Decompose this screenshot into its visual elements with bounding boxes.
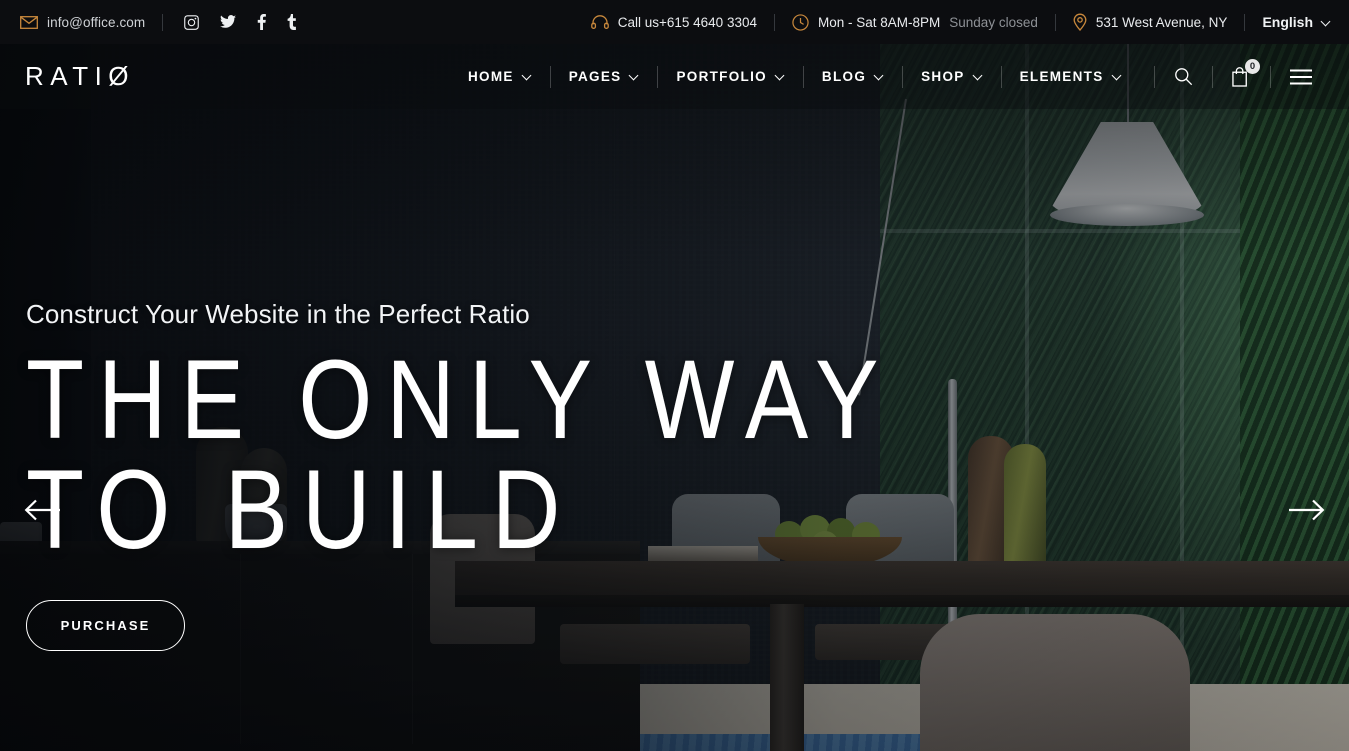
nav-label: HOME [468, 69, 514, 84]
chevron-down-icon [1322, 18, 1331, 27]
twitter-icon[interactable] [220, 15, 237, 29]
chevron-down-icon [875, 72, 884, 81]
site-logo[interactable]: RATIØ [0, 61, 450, 92]
nav-menu: HOME PAGES PORTFOLIO BLOG SHOP ELEMENTS [450, 65, 1154, 88]
nav-item-pages[interactable]: PAGES [551, 69, 658, 84]
map-pin-icon [1073, 13, 1087, 31]
language-selector[interactable]: English [1262, 14, 1331, 30]
hours-open: Mon - Sat 8AM-8PM [817, 14, 941, 30]
phone-text: Call us+615 4640 3304 [617, 14, 757, 30]
slider-next-arrow[interactable] [1289, 499, 1325, 521]
hero-content: Construct Your Website in the Perfect Ra… [26, 299, 893, 652]
envelope-icon [20, 15, 38, 29]
nav-item-home[interactable]: HOME [450, 69, 550, 84]
cart-count-badge: 0 [1245, 59, 1260, 74]
search-icon[interactable] [1155, 67, 1212, 86]
nav-label: PORTFOLIO [676, 69, 767, 84]
nav-label: BLOG [821, 69, 867, 84]
nav-item-blog[interactable]: BLOG [804, 69, 902, 84]
chevron-down-icon [974, 72, 983, 81]
phone-contact[interactable]: Call us+615 4640 3304 [590, 14, 757, 30]
chevron-down-icon [630, 72, 639, 81]
hero-title: THE ONLY WAY TO BUILD [26, 337, 893, 573]
divider [162, 13, 164, 31]
nav-item-shop[interactable]: SHOP [903, 69, 1000, 84]
clock-icon [792, 13, 809, 31]
chevron-down-icon [523, 72, 532, 81]
nav-label: SHOP [921, 69, 965, 84]
hours-info: Mon - Sat 8AM-8PM Sunday closed [792, 13, 1038, 31]
main-navigation: RATIØ HOME PAGES PORTFOLIO BLOG SHOP ELE… [0, 44, 1349, 109]
nav-item-portfolio[interactable]: PORTFOLIO [658, 69, 802, 84]
purchase-button[interactable]: PURCHASE [26, 600, 185, 652]
top-bar-right: Call us+615 4640 3304 Mon - Sat 8AM-8PM … [297, 13, 1349, 31]
facebook-icon[interactable] [257, 14, 267, 30]
top-bar-left: info@office.com [0, 13, 297, 31]
hamburger-menu-icon[interactable] [1271, 68, 1331, 85]
hero-slider: RATIØ HOME PAGES PORTFOLIO BLOG SHOP ELE… [0, 44, 1349, 751]
nav-item-elements[interactable]: ELEMENTS [1002, 69, 1140, 84]
divider [1054, 13, 1056, 31]
slider-prev-arrow[interactable] [24, 499, 60, 521]
chevron-down-icon [1113, 72, 1122, 81]
divider [773, 13, 775, 31]
divider [1244, 13, 1246, 31]
nav-label: PAGES [568, 69, 622, 84]
top-bar: info@office.com Call us+615 4640 3304 Mo… [0, 0, 1349, 44]
chevron-down-icon [776, 72, 785, 81]
hero-subtitle: Construct Your Website in the Perfect Ra… [26, 299, 530, 329]
nav-label: ELEMENTS [1019, 69, 1104, 84]
headset-icon [590, 14, 609, 30]
language-label: English [1262, 14, 1313, 30]
email-contact[interactable]: info@office.com [20, 15, 145, 30]
address-text: 531 West Avenue, NY [1095, 14, 1228, 30]
nav-actions: 0 [1154, 59, 1349, 88]
social-links [184, 14, 297, 30]
address-info[interactable]: 531 West Avenue, NY [1073, 13, 1228, 31]
tumblr-icon[interactable] [287, 14, 297, 30]
hours-closed: Sunday closed [949, 14, 1038, 30]
instagram-icon[interactable] [184, 14, 200, 30]
email-text: info@office.com [47, 14, 146, 30]
cart-icon[interactable]: 0 [1213, 59, 1270, 87]
